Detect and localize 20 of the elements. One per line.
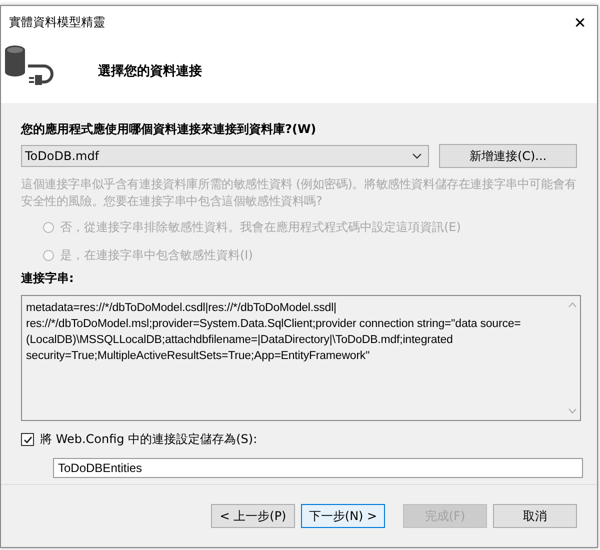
warning-text: 這個連接字串似乎含有連接資料庫所需的敏感性資料 (例如密碼)。將敏感性資料儲存在連接字串中可能會有安全性的風險。您要在連接字串中包含這個敏感性資料嗎? <box>21 176 578 210</box>
chevron-down-icon <box>412 153 422 159</box>
checkbox-label: 將 Web.Config 中的連接設定儲存為(S): <box>40 431 258 448</box>
page-heading: 選擇您的資料連接 <box>98 62 202 80</box>
close-button[interactable]: ✕ <box>563 8 597 38</box>
entity-name-field[interactable]: ToDoDBEntities <box>53 458 583 478</box>
window-title: 實體資料模型精靈 <box>9 14 105 31</box>
field-label: 您的應用程式應使用哪個資料連接來連接到資料庫?(W) <box>21 121 318 138</box>
checkbox[interactable] <box>21 433 34 446</box>
field-label: 連接字串: <box>21 270 75 287</box>
new-connection-button[interactable]: 新增連接(C)... <box>439 144 577 168</box>
connection-dropdown[interactable]: ToDoDB.mdf <box>21 145 430 167</box>
wizard-button[interactable]: < 上一步(P) <box>211 504 295 528</box>
scroll-up-icon[interactable] <box>568 302 576 308</box>
wizard-button[interactable]: 取消 <box>493 504 577 528</box>
connection-string-field[interactable]: metadata=res://*/dbToDoModel.csdl|res://*/dbToDoModel.ssdl| res://*/dbToDoModel.msl;provider=System.Data.SqlClient;provider connection string="data source= (LocalDB)\MSSQLLocalDB;attachdbfilename=|DataDirectory|\ToDoDB.mdf;integrated security=True;MultipleActiveResultSets=True;App=EntityFramework" <box>21 295 581 421</box>
radio-label: 否，從連接字串排除敏感性資料。我會在應用程式程式碼中設定這項資訊(E) <box>60 218 461 236</box>
radio-label: 是，在連接字串中包含敏感性資料(I) <box>60 246 253 264</box>
scroll-down-icon[interactable] <box>568 408 576 414</box>
wizard-button[interactable]: 下一步(N) > <box>301 504 385 528</box>
